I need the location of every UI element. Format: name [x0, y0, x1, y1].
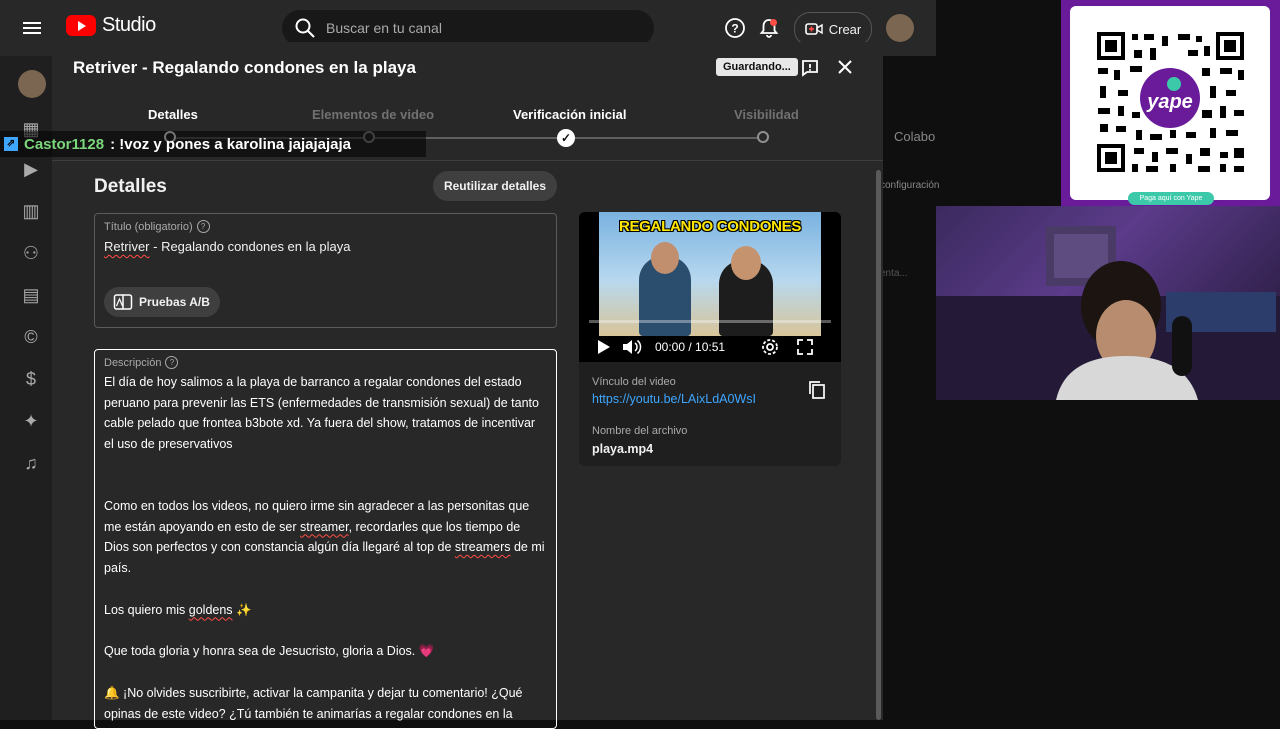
player-controls: 00:00 / 10:51 [579, 332, 841, 362]
chat-username: Castor1128 [24, 135, 105, 153]
webcam-image [936, 226, 1280, 400]
chat-badge-icon: ⇗ [4, 137, 18, 151]
help-icon[interactable]: ? [165, 356, 179, 369]
details-heading: Detalles [94, 176, 167, 197]
title-label-text: Título (obligatorio) [104, 220, 193, 233]
title-field-label: Título (obligatorio) ? [104, 220, 210, 233]
video-link[interactable]: https://youtu.be/LAixLdA0WsI [592, 392, 756, 406]
close-icon[interactable] [835, 57, 855, 82]
fullscreen-icon[interactable] [797, 339, 813, 355]
description-paragraph: El día de hoy salimos a la playa de barr… [104, 375, 543, 452]
dialog-title: Retriver - Regalando condones en la play… [73, 58, 416, 77]
copy-icon[interactable] [808, 380, 826, 405]
thumbnail-title: REGALANDO CONDONES [618, 218, 802, 235]
create-button[interactable]: Crear [794, 12, 872, 46]
ab-test-label: Pruebas A/B [139, 295, 210, 309]
search-placeholder: Buscar en tu canal [326, 20, 442, 36]
step-visibility[interactable]: Visibilidad [734, 107, 799, 122]
video-time: 00:00 / 10:51 [655, 340, 726, 354]
qr-card: yape [1070, 6, 1270, 200]
subtitles-icon[interactable]: ▤ [20, 284, 42, 306]
saving-badge: Guardando... [716, 58, 798, 76]
background-collab-text: Colabo [894, 129, 936, 144]
create-label: Crear [828, 21, 862, 37]
thumbnail-person [651, 242, 679, 274]
chat-message: : !voz y pones a karolina jajajajaja [110, 135, 351, 153]
search-icon [295, 18, 315, 38]
step-checks[interactable]: Verificación inicial [513, 107, 626, 122]
help-icon[interactable]: ? [196, 220, 210, 233]
filename-label: Nombre del archivo [592, 425, 688, 437]
filename-value: playa.mp4 [592, 442, 654, 456]
menu-icon[interactable] [22, 18, 42, 38]
description-label-text: Descripción [104, 356, 162, 369]
qr-code-icon: yape [1097, 32, 1244, 172]
analytics-icon[interactable]: ▥ [20, 200, 42, 222]
stream-chat-overlay: ⇗ Castor1128 : !voz y pones a karolina j… [0, 131, 426, 157]
reuse-details-button[interactable]: Reutilizar detalles [433, 171, 557, 201]
feedback-icon[interactable] [800, 58, 820, 83]
step-details[interactable]: Detalles [148, 107, 198, 122]
description-paragraph: Como en todos los videos, no quiero irme… [104, 498, 549, 575]
description-paragraph: Los quiero mis goldens ✨ [104, 602, 252, 617]
video-player[interactable]: REGALANDO CONDONES 00:00 / 10:51 [579, 212, 841, 362]
description-field-label: Descripción ? [104, 356, 179, 369]
customization-icon[interactable]: ✦ [20, 410, 42, 432]
title-word-misspelled: Retriver [104, 239, 150, 254]
header-divider [52, 160, 883, 161]
webcam-feed [936, 206, 1280, 400]
dialog-scrollbar[interactable] [876, 170, 881, 720]
yape-pay-label: Paga aquí con Yape [1128, 192, 1214, 205]
ab-test-icon [113, 294, 133, 310]
community-icon[interactable]: ⚇ [20, 242, 42, 264]
thumbnail-person [731, 246, 761, 280]
title-input[interactable]: Retriver - Regalando condones en la play… [104, 239, 350, 254]
svg-text:?: ? [731, 22, 738, 36]
video-camera-icon [804, 23, 823, 35]
studio-logo[interactable]: Studio [66, 14, 156, 37]
notifications-bell-icon[interactable] [758, 17, 780, 44]
video-progress-bar[interactable] [589, 320, 831, 323]
video-link-label: Vínculo del video [592, 376, 676, 388]
search-bar[interactable]: Buscar en tu canal [282, 10, 654, 46]
copyright-icon[interactable]: © [20, 326, 42, 348]
avatar[interactable] [886, 14, 914, 42]
settings-gear-icon[interactable] [761, 338, 779, 356]
play-icon[interactable] [595, 339, 611, 355]
background-config-text: configuración [880, 180, 940, 191]
step-check-icon: ✓ [557, 129, 575, 147]
description-paragraph: 🔔 ¡No olvides suscribirte, activar la ca… [104, 686, 526, 721]
description-textarea[interactable]: El día de hoy salimos a la playa de barr… [104, 372, 548, 724]
step-dot-visibility [757, 131, 769, 143]
content-icon[interactable]: ▶ [20, 158, 42, 180]
volume-icon[interactable] [621, 338, 643, 356]
ab-test-button[interactable]: Pruebas A/B [104, 287, 220, 317]
title-rest: - Regalando condones en la playa [149, 239, 351, 254]
youtube-logo-icon [66, 15, 96, 36]
background-fragment-text: enta... [880, 268, 908, 279]
step-video-elements[interactable]: Elementos de video [312, 107, 434, 122]
earn-icon[interactable]: $ [20, 368, 42, 390]
description-paragraph: Que toda gloria y honra sea de Jesucrist… [104, 644, 435, 659]
yape-logo: yape [1146, 91, 1193, 113]
studio-logo-text: Studio [102, 14, 156, 36]
channel-avatar[interactable] [18, 70, 46, 98]
audio-library-icon[interactable]: ♫ [20, 452, 42, 474]
help-icon[interactable]: ? [724, 17, 746, 44]
